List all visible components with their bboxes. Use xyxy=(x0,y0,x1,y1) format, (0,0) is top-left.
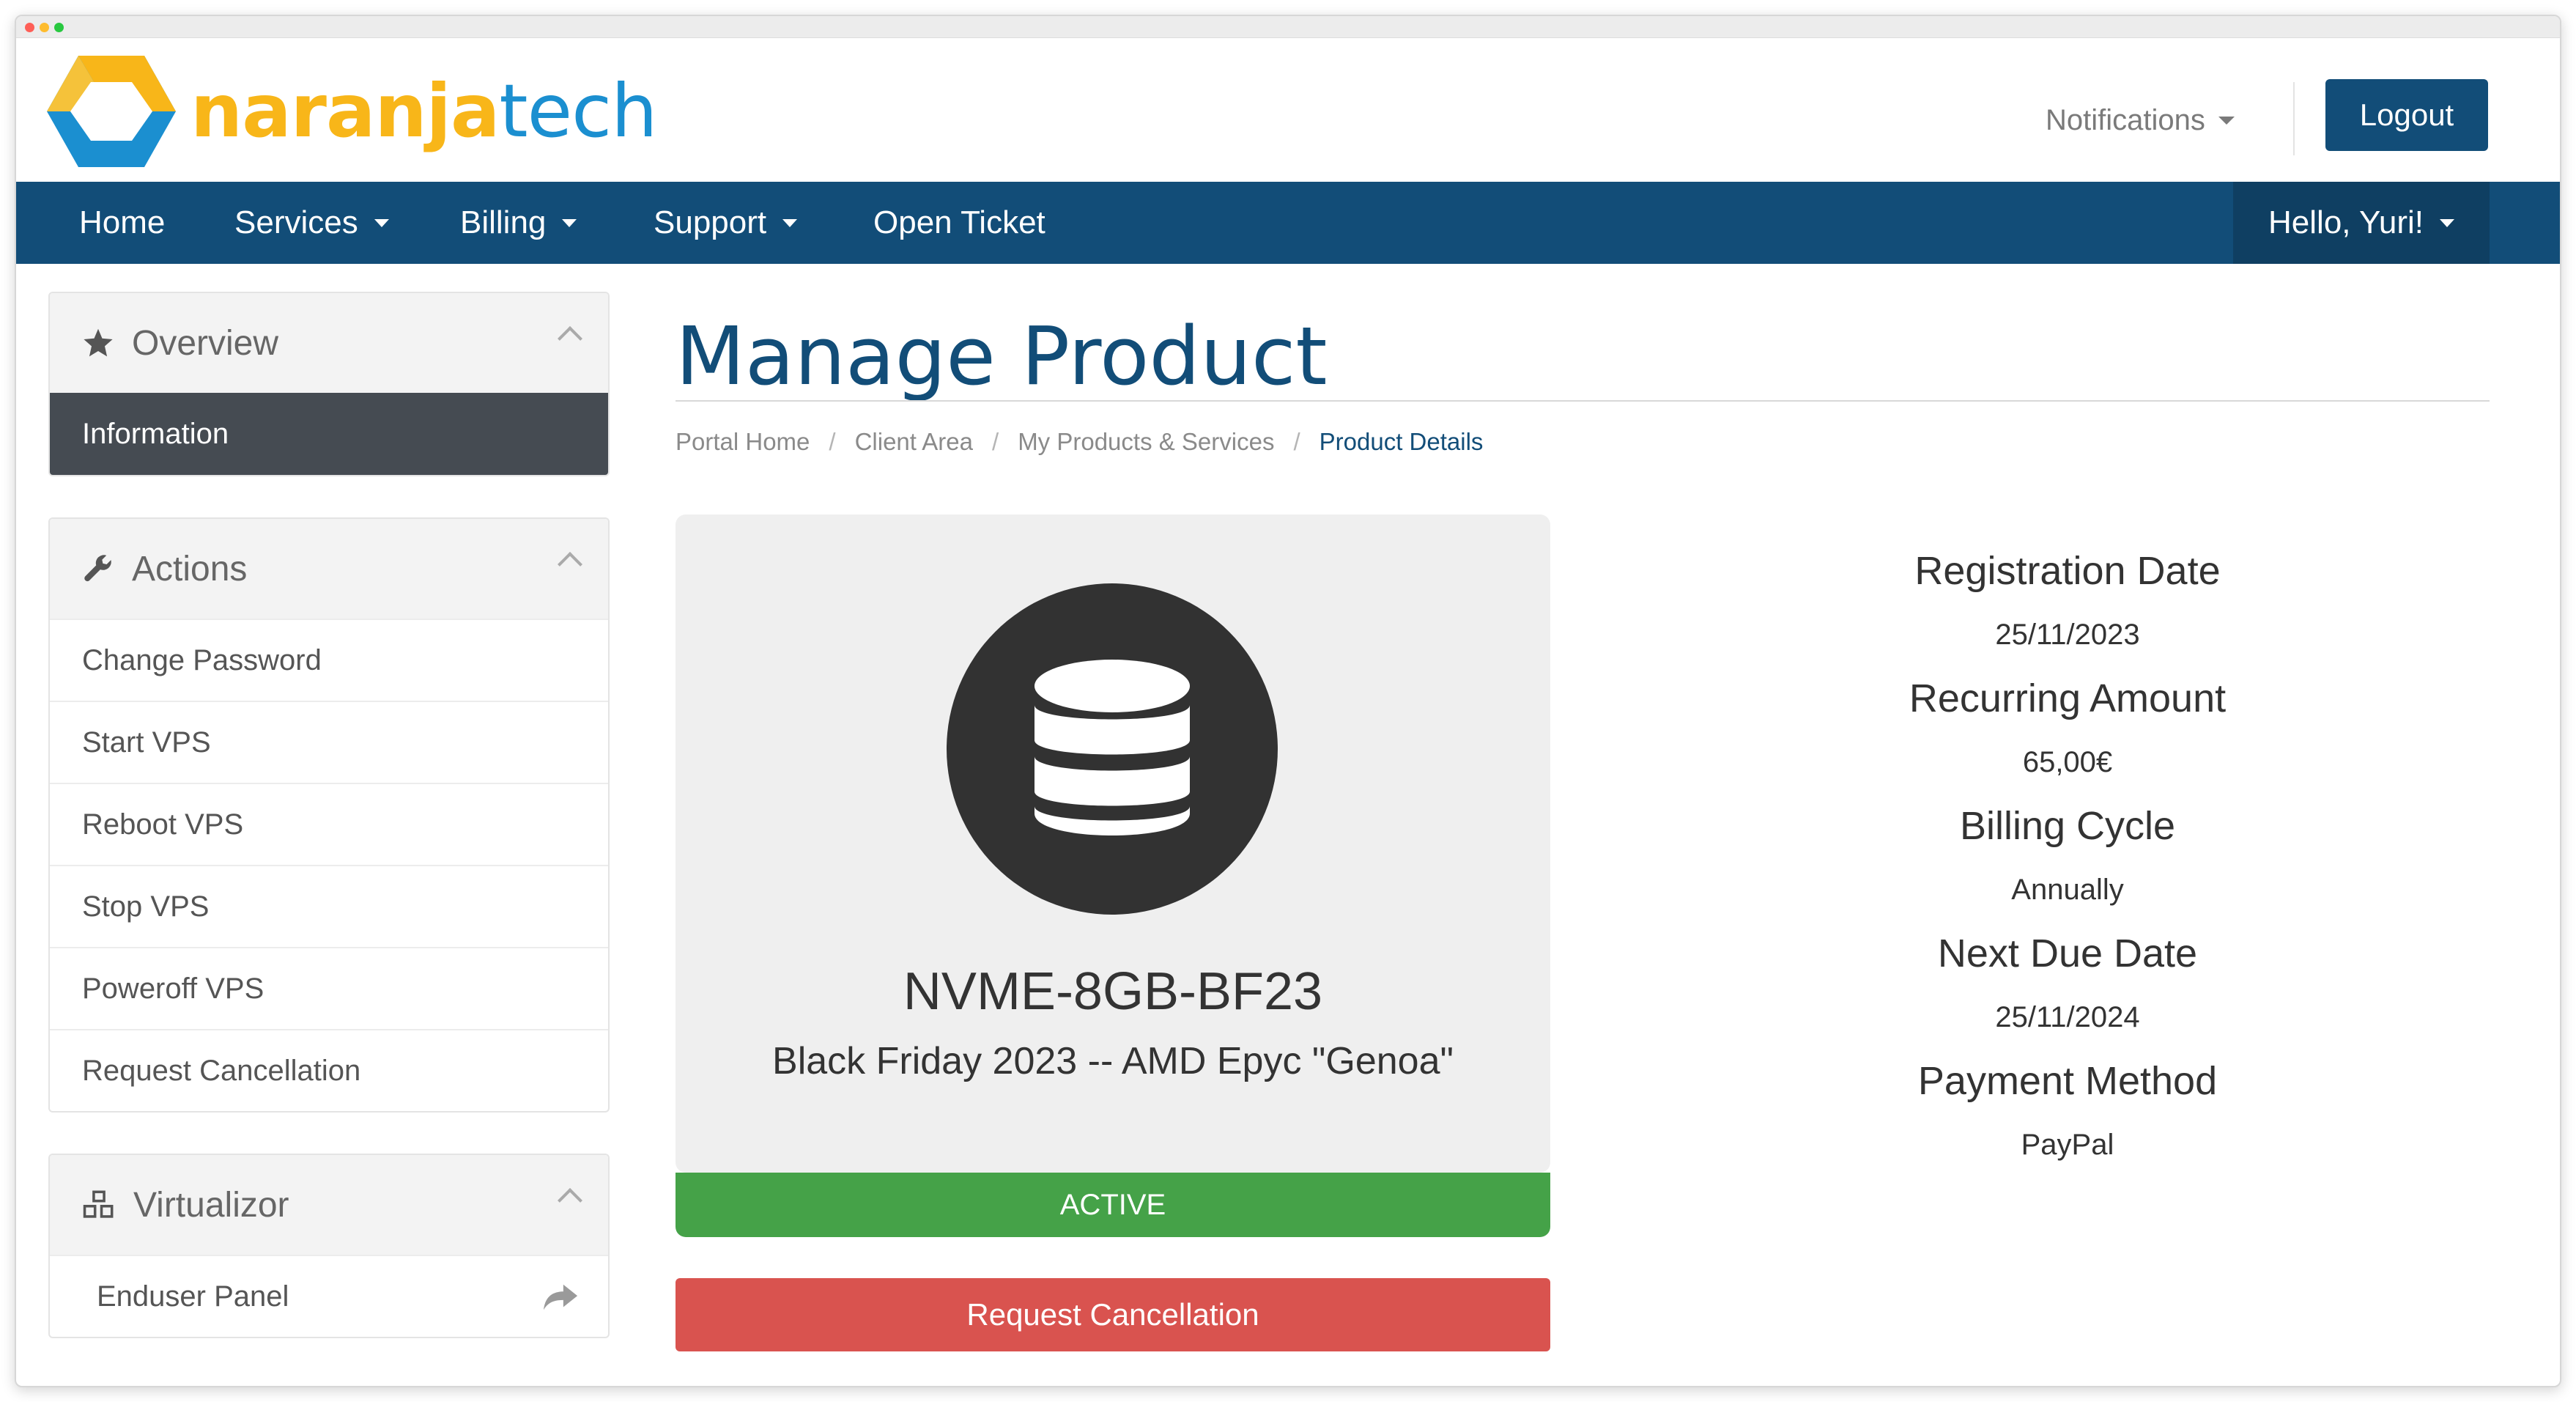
header-divider xyxy=(2293,82,2295,155)
sidebar-item-label: Poweroff VPS xyxy=(82,972,264,1005)
product-description: Black Friday 2023 -- AMD Epyc "Genoa" xyxy=(772,1040,1454,1082)
caret-down-icon xyxy=(2439,218,2454,227)
product-status-badge: ACTIVE xyxy=(676,1173,1550,1237)
sidebar-item-label: Enduser Panel xyxy=(97,1280,289,1313)
nav-billing-label: Billing xyxy=(460,204,547,240)
nav-support-label: Support xyxy=(654,204,767,240)
nav-services[interactable]: Services xyxy=(234,182,389,264)
page-title: Manage Product xyxy=(676,309,1328,403)
breadcrumb-portal-home[interactable]: Portal Home xyxy=(676,428,810,456)
site-header: naranjatech Notifications Logout xyxy=(16,38,2560,182)
actions-panel-header[interactable]: Actions xyxy=(50,519,608,619)
breadcrumb: Portal Home / Client Area / My Products … xyxy=(676,428,1483,456)
nav-services-label: Services xyxy=(234,204,358,240)
caret-down-icon xyxy=(374,218,389,227)
caret-down-icon xyxy=(2218,117,2235,125)
product-name: NVME-8GB-BF23 xyxy=(903,962,1323,1021)
detail-label-next-due-date: Next Due Date xyxy=(1937,931,2198,975)
detail-value-next-due-date: 25/11/2024 xyxy=(1995,1001,2140,1033)
actions-panel-title: Actions xyxy=(132,549,248,589)
chevron-up-icon[interactable] xyxy=(558,552,582,577)
virtualizor-panel-title: Virtualizor xyxy=(133,1185,289,1225)
chevron-up-icon[interactable] xyxy=(558,326,582,351)
sidebar-item-stop-vps[interactable]: Stop VPS xyxy=(50,865,608,947)
virtualizor-panel: Virtualizor Enduser Panel xyxy=(48,1154,610,1338)
sidebar-item-enduser-panel[interactable]: Enduser Panel xyxy=(50,1255,608,1337)
overview-panel-title: Overview xyxy=(132,323,279,363)
sidebar-item-start-vps[interactable]: Start VPS xyxy=(50,701,608,783)
minimize-window-button[interactable] xyxy=(40,23,49,32)
nav-open-ticket-label: Open Ticket xyxy=(873,204,1045,240)
breadcrumb-separator: / xyxy=(992,428,999,455)
nav-billing[interactable]: Billing xyxy=(460,182,577,264)
browser-window: naranjatech Notifications Logout Home Se… xyxy=(15,15,2561,1387)
caret-down-icon xyxy=(562,218,577,227)
database-icon xyxy=(1035,660,1190,835)
detail-value-recurring-amount: 65,00€ xyxy=(2022,746,2113,778)
sidebar-item-label: Start VPS xyxy=(82,726,211,759)
maximize-window-button[interactable] xyxy=(54,23,64,32)
detail-label-registration-date: Registration Date xyxy=(1914,549,2221,593)
detail-value-payment-method: PayPal xyxy=(2021,1129,2114,1161)
overview-panel: Overview Information xyxy=(48,292,610,476)
breadcrumb-separator: / xyxy=(829,428,836,455)
window-titlebar xyxy=(16,16,2560,38)
cubes-icon xyxy=(83,1190,114,1218)
actions-panel: Actions Change Password Start VPS Reboot… xyxy=(48,517,610,1113)
sidebar-item-label: Reboot VPS xyxy=(82,808,244,841)
overview-panel-header[interactable]: Overview xyxy=(50,293,608,393)
user-greeting: Hello, Yuri! xyxy=(2268,204,2424,240)
detail-value-registration-date: 25/11/2023 xyxy=(1995,619,2140,651)
sidebar-item-label: Information xyxy=(82,417,229,450)
user-menu-dropdown[interactable]: Hello, Yuri! xyxy=(2233,182,2490,264)
sidebar-item-request-cancellation[interactable]: Request Cancellation xyxy=(50,1029,608,1111)
sidebar-item-label: Stop VPS xyxy=(82,890,210,923)
request-cancellation-button[interactable]: Request Cancellation xyxy=(676,1278,1550,1351)
sidebar-item-information[interactable]: Information xyxy=(50,393,608,475)
detail-label-payment-method: Payment Method xyxy=(1917,1059,2218,1103)
product-icon-circle xyxy=(947,583,1278,915)
breadcrumb-product-details: Product Details xyxy=(1319,428,1484,455)
notifications-label: Notifications xyxy=(2046,104,2205,136)
nav-open-ticket[interactable]: Open Ticket xyxy=(873,182,1045,264)
sidebar-item-reboot-vps[interactable]: Reboot VPS xyxy=(50,783,608,865)
nav-support[interactable]: Support xyxy=(654,182,798,264)
detail-value-billing-cycle: Annually xyxy=(2011,874,2124,906)
sidebar-item-label: Request Cancellation xyxy=(82,1054,361,1087)
share-icon xyxy=(543,1284,578,1310)
product-details-list: Registration Date 25/11/2023 Recurring A… xyxy=(1774,538,2361,1176)
nav-home[interactable]: Home xyxy=(79,182,165,264)
brand-name-part2: tech xyxy=(499,68,657,154)
nav-home-label: Home xyxy=(79,204,166,240)
product-card: NVME-8GB-BF23 Black Friday 2023 -- AMD E… xyxy=(676,514,1550,1173)
logout-button[interactable]: Logout xyxy=(2325,79,2488,151)
sidebar-item-label: Change Password xyxy=(82,643,322,676)
brand-logo[interactable]: naranjatech xyxy=(45,53,658,170)
sidebar-item-change-password[interactable]: Change Password xyxy=(50,619,608,701)
title-divider xyxy=(676,400,2490,402)
detail-label-billing-cycle: Billing Cycle xyxy=(1959,804,2176,848)
virtualizor-panel-header[interactable]: Virtualizor xyxy=(50,1155,608,1255)
brand-name-part1: naranja xyxy=(190,68,500,154)
star-icon xyxy=(84,328,113,357)
chevron-up-icon[interactable] xyxy=(558,1188,582,1213)
close-window-button[interactable] xyxy=(25,23,34,32)
main-navbar: Home Services Billing Support Open Ticke… xyxy=(16,182,2560,264)
sidebar-item-poweroff-vps[interactable]: Poweroff VPS xyxy=(50,947,608,1029)
hexagon-logo-icon xyxy=(47,56,176,167)
detail-label-recurring-amount: Recurring Amount xyxy=(1909,676,2227,720)
breadcrumb-client-area[interactable]: Client Area xyxy=(855,428,973,456)
brand-wordmark: naranjatech xyxy=(190,75,658,148)
breadcrumb-my-products[interactable]: My Products & Services xyxy=(1018,428,1274,456)
caret-down-icon xyxy=(782,218,798,227)
breadcrumb-separator: / xyxy=(1293,428,1300,455)
notifications-dropdown[interactable]: Notifications xyxy=(2046,104,2235,137)
wrench-icon xyxy=(84,555,111,582)
